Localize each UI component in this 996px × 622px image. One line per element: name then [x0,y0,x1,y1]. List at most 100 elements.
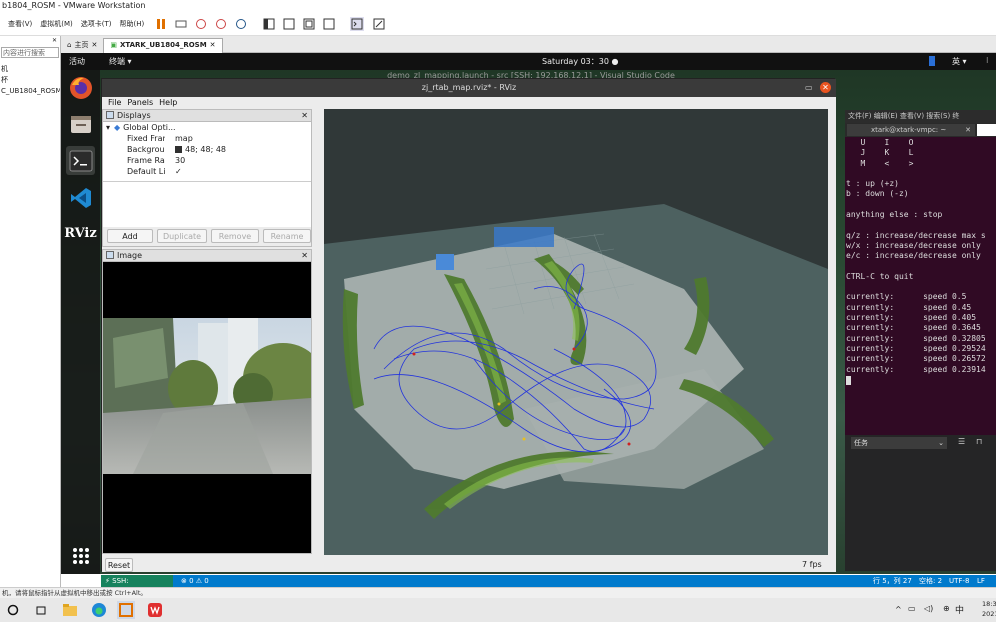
library-close-icon[interactable]: ✕ [0,36,60,46]
show-apps-icon[interactable] [66,541,95,570]
tab-label: 主页 [74,40,89,49]
menu-panels[interactable]: Panels [127,97,153,109]
library-toggle-icon[interactable] [262,17,276,31]
unity-icon[interactable] [322,17,336,31]
property-value[interactable]: 30 [165,155,185,166]
menu-vm[interactable]: 虚拟机(M) [40,19,73,29]
send-keys-icon[interactable] [174,17,188,31]
library-item[interactable]: 杯 [0,75,60,86]
terminal-output[interactable]: U I O J K L M < > t : up (+z) b : down (-… [845,138,996,435]
task-select[interactable]: 任务 ⌄ [851,437,947,449]
network-icon[interactable]: ▭ [908,604,916,613]
clock[interactable]: Saturday 03：30 ● [542,56,618,67]
indent-setting[interactable]: 空格: 2 [919,575,942,587]
remote-indicator[interactable]: ⚡ SSH: 192.168.12.1 [101,575,173,597]
list-icon[interactable]: ☰ [958,437,965,446]
console-view-icon[interactable] [350,16,365,31]
property-row[interactable]: Default Light✓ [103,166,311,177]
library-item[interactable]: 机 [0,64,60,75]
menu-tabs[interactable]: 选项卡(T) [81,19,112,29]
rviz-icon[interactable]: RViz [64,219,97,248]
image-header: Image ✕ [103,250,311,262]
menu-help[interactable]: 帮助(H) [120,19,145,29]
vscode-statusbar: ⚡ SSH: 192.168.12.1 ⊗ 0 ⚠ 0 行 5，列 27 空格:… [101,575,996,597]
vscode-icon[interactable] [66,183,95,212]
fps-label: 7 fps [802,560,822,569]
tray-arrow-icon[interactable]: ^ [895,605,902,614]
globe-icon[interactable]: ⊕ [943,604,950,613]
tree-root[interactable]: ▾ ◆ Global Opti... [103,122,311,133]
remove-button[interactable]: Remove [211,229,259,243]
panel-close-icon[interactable]: ✕ [301,250,308,262]
thumbnail-icon[interactable] [282,17,296,31]
close-icon[interactable]: ✕ [91,38,97,53]
add-button[interactable]: Add [107,229,153,243]
activities-button[interactable]: 活动 [69,56,85,67]
encoding[interactable]: UTF-8 [949,575,969,587]
close-icon[interactable]: ✕ [820,82,831,93]
property-key: Fixed Frame [127,134,165,143]
line-ending[interactable]: LF [977,575,985,587]
app-menu[interactable]: 终端 ▾ [109,56,132,67]
library-panel: ✕ 内容进行搜索 机 杯 C_UB1804_ROSM [0,36,61,587]
start-icon[interactable] [4,601,22,619]
minimize-icon[interactable]: ▭ [805,83,813,92]
edge-icon[interactable] [90,601,108,619]
property-row[interactable]: Fixed Framemap [103,133,311,144]
file-explorer-icon[interactable] [61,601,79,619]
reset-button[interactable]: Reset [105,558,133,572]
expand-icon[interactable]: ▾ [103,122,110,133]
property-row[interactable]: Background ... 48; 48; 48 [103,144,311,155]
displays-header: Displays ✕ [103,110,311,122]
revert-snapshot-icon[interactable] [214,17,228,31]
property-value[interactable]: 48; 48; 48 [165,144,226,155]
panel-close-icon[interactable]: ✕ [301,110,308,122]
tab-home[interactable]: ⌂ 主页 ✕ [61,37,104,53]
taskbar-time[interactable]: 18:30 [982,600,996,608]
terminal-tab[interactable]: xtark@xtark-vmpc: ~ ✕ [847,124,975,136]
property-value[interactable]: map [165,133,193,144]
problems-indicator[interactable]: ⊗ 0 ⚠ 0 [181,575,209,587]
terminal-tab-new[interactable] [977,124,996,136]
menu-help[interactable]: Help [159,97,177,109]
menu-file[interactable]: File [108,97,121,109]
stretch-icon[interactable] [372,17,386,31]
vmware-icon[interactable] [117,601,135,619]
vm-icon: ▣ [110,41,117,49]
fullscreen-icon[interactable] [302,17,316,31]
close-icon[interactable]: ✕ [965,124,971,136]
manage-snapshots-icon[interactable] [234,17,248,31]
pause-icon[interactable] [154,17,168,31]
taskbar-date[interactable]: 2021 [982,610,996,618]
property-row[interactable]: Frame Rate30 [103,155,311,166]
rviz-menubar: File Panels Help [102,97,836,109]
snapshot-icon[interactable] [194,17,208,31]
cursor-position[interactable]: 行 5，列 27 [873,575,912,587]
system-menu-icon[interactable]: ⁝ [986,56,989,65]
lock-icon[interactable]: ⊓ [976,437,982,446]
wps-icon[interactable] [146,601,164,619]
files-icon[interactable] [66,109,95,138]
volume-icon[interactable]: ◁) [924,604,933,613]
input-method[interactable]: 英 ▾ [952,56,967,67]
terminal-icon[interactable] [66,146,95,175]
rename-button[interactable]: Rename [263,229,311,243]
task-view-icon[interactable] [32,601,50,619]
tab-vm[interactable]: ▣ XTARK_UB1804_ROSM ✕ [103,37,223,53]
firefox-icon[interactable] [66,73,95,102]
close-icon[interactable]: ✕ [210,38,216,53]
library-item[interactable]: C_UB1804_ROSM [0,86,60,97]
panel-icon [106,111,114,119]
terminal-menubar[interactable]: 文件(F) 编辑(E) 查看(V) 搜索(S) 终 [845,110,996,123]
duplicate-button[interactable]: Duplicate [157,229,207,243]
tray-app-icon[interactable] [927,54,937,68]
menu-view[interactable]: 查看(V) [8,19,32,29]
terminal-line: currently: speed 0.32805 [846,333,986,343]
3d-viewport[interactable]: ◂ ▸ [324,109,828,555]
property-value[interactable]: ✓ [165,166,182,177]
ime-indicator[interactable]: 中 [955,603,964,616]
library-search-input[interactable]: 内容进行搜索 [1,47,59,58]
image-title: Image [117,251,143,260]
